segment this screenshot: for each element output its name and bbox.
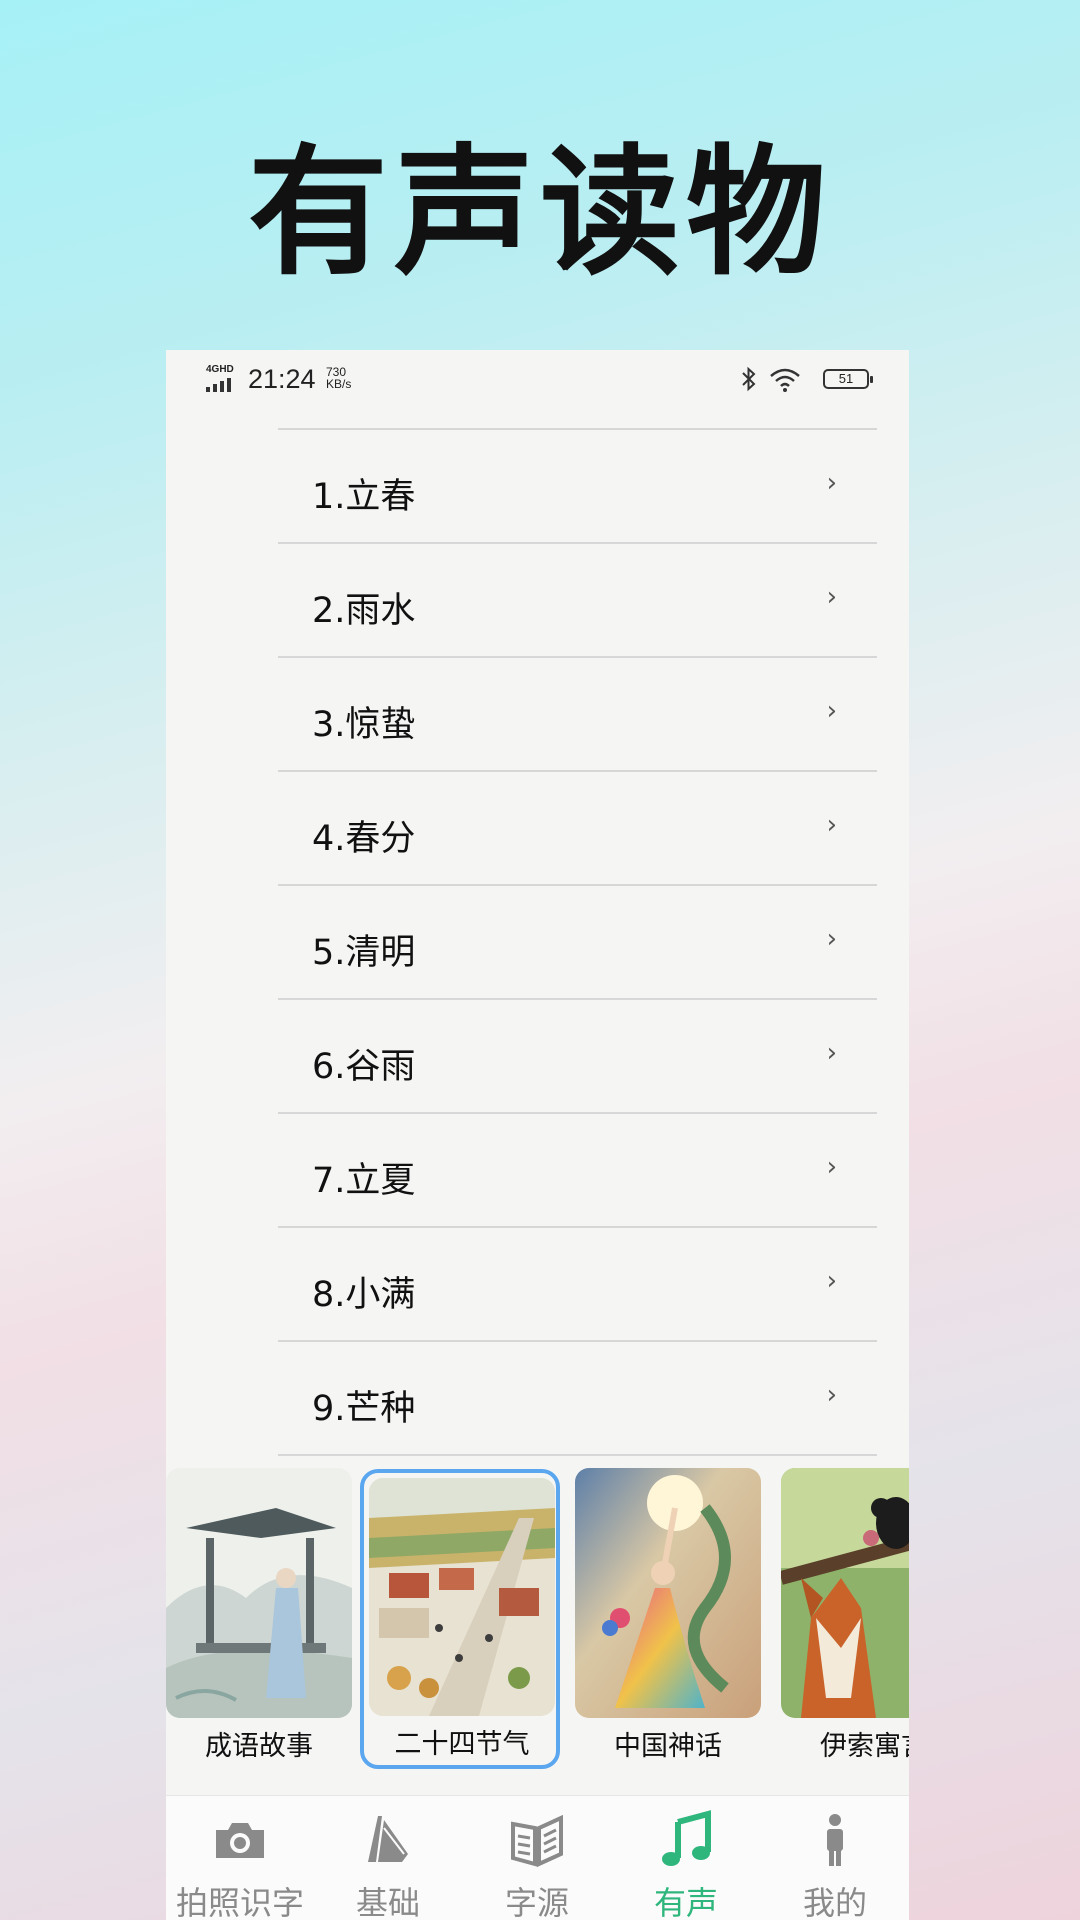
list-item[interactable]: 4.春分 › [278, 772, 877, 886]
list-item-label: 2.雨水 [312, 591, 416, 631]
list-item[interactable]: 7.立夏 › [278, 1114, 877, 1228]
solar-terms-list: 1.立春 › 2.雨水 › 3.惊蛰 › 4.春分 › 5.清明 › 6.谷雨 … [278, 428, 877, 1456]
category-label: 伊索寓言 [820, 1731, 909, 1762]
category-idiom-stories[interactable]: 成语故事 [166, 1468, 352, 1763]
tab-etymology[interactable]: 字源 [463, 1796, 611, 1920]
signal-icon: 4GHD [206, 365, 240, 395]
open-book-icon [507, 1810, 567, 1870]
list-item-label: 6.谷雨 [312, 1047, 416, 1087]
battery-icon: 51 [823, 369, 873, 389]
chevron-right-icon: › [826, 810, 837, 840]
ink-pavilion-scholar-image [166, 1468, 352, 1718]
category-label: 成语故事 [205, 1731, 313, 1762]
phone-screen: 4GHD 21:24 730 KB/s 51 1.立春 › 2.雨水 › 3.惊… [166, 350, 909, 1920]
person-icon [805, 1810, 865, 1870]
status-time: 21:24 [248, 364, 316, 394]
chevron-right-icon: › [826, 1380, 837, 1410]
network-type: 4GHD [206, 364, 234, 375]
tab-label: 字源 [504, 1884, 569, 1920]
list-item[interactable]: 8.小满 › [278, 1228, 877, 1342]
chevron-right-icon: › [826, 1038, 837, 1068]
list-item-label: 3.惊蛰 [312, 705, 416, 745]
network-speed: 730 KB/s [326, 366, 351, 390]
tab-label: 有声 [653, 1884, 718, 1920]
chevron-right-icon: › [826, 1152, 837, 1182]
category-carousel[interactable]: 成语故事 二十四节气 中国神话 伊索寓 [166, 1468, 909, 1769]
list-item[interactable]: 5.清明 › [278, 886, 877, 1000]
tab-label: 拍照识字 [175, 1884, 304, 1920]
list-item-label: 4.春分 [312, 819, 416, 859]
chevron-right-icon: › [826, 924, 837, 954]
fox-crow-image [781, 1468, 909, 1718]
wifi-icon [769, 368, 801, 392]
list-item-label: 8.小满 [312, 1275, 416, 1315]
tab-photo-recognize[interactable]: 拍照识字 [166, 1796, 314, 1920]
chevron-right-icon: › [826, 582, 837, 612]
category-aesop-fables[interactable]: 伊索寓言 [781, 1468, 909, 1763]
list-item[interactable]: 3.惊蛰 › [278, 658, 877, 772]
tab-basics[interactable]: 基础 [314, 1796, 462, 1920]
list-item[interactable]: 2.雨水 › [278, 544, 877, 658]
tab-label: 我的 [802, 1884, 867, 1920]
camera-icon [210, 1810, 270, 1870]
bluetooth-icon [741, 366, 757, 399]
promo-title: 有声读物 [247, 132, 832, 295]
list-item[interactable]: 6.谷雨 › [278, 1000, 877, 1114]
chevron-right-icon: › [826, 468, 837, 498]
category-chinese-myths[interactable]: 中国神话 [575, 1468, 761, 1763]
book-stack-icon [358, 1810, 418, 1870]
tab-mine[interactable]: 我的 [761, 1796, 909, 1920]
selected-frame [360, 1469, 560, 1769]
tab-label: 基础 [355, 1884, 420, 1920]
list-item-label: 7.立夏 [312, 1161, 416, 1201]
chevron-right-icon: › [826, 696, 837, 726]
list-item[interactable]: 9.芒种 › [278, 1342, 877, 1456]
status-bar: 4GHD 21:24 730 KB/s 51 [166, 350, 909, 412]
goddess-dragon-image [575, 1468, 761, 1718]
list-item-label: 5.清明 [312, 933, 416, 973]
chevron-right-icon: › [826, 1266, 837, 1296]
speed-unit: KB/s [326, 377, 352, 391]
bottom-tab-bar: 拍照识字 基础 字源 有声 我的 [166, 1795, 909, 1920]
tab-audio[interactable]: 有声 [612, 1796, 760, 1920]
music-note-icon [656, 1810, 716, 1870]
list-item[interactable]: 1.立春 › [278, 430, 877, 544]
category-label: 中国神话 [614, 1731, 722, 1762]
list-item-label: 1.立春 [312, 477, 416, 517]
category-solar-terms[interactable]: 二十四节气 [360, 1469, 560, 1769]
list-item-label: 9.芒种 [312, 1389, 416, 1429]
